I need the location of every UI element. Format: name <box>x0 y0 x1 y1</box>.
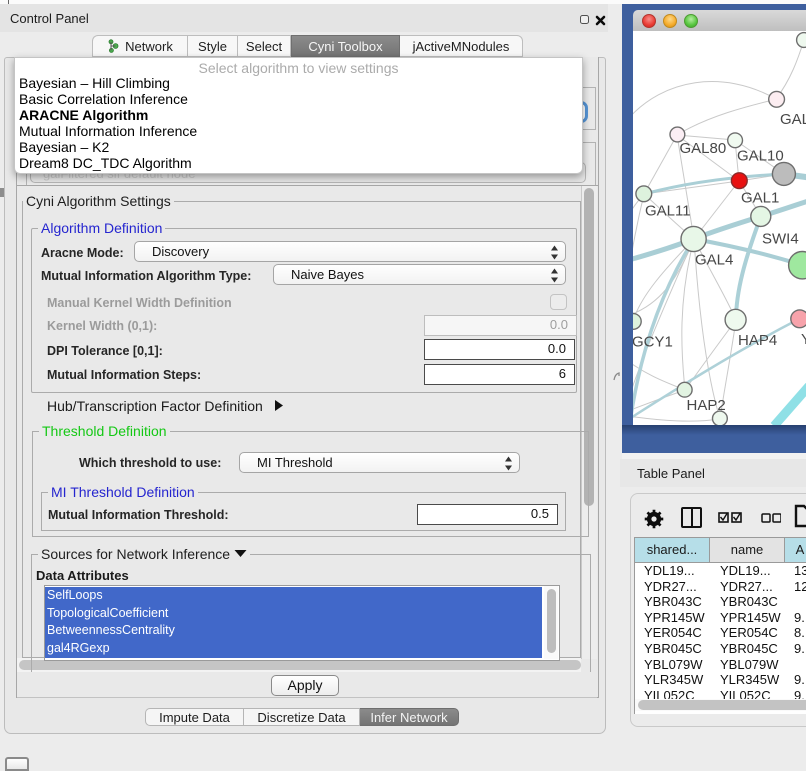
svg-text:GCY1: GCY1 <box>633 334 673 351</box>
svg-text:Y: Y <box>801 331 806 348</box>
svg-text:GAL11: GAL11 <box>645 203 691 220</box>
svg-text:GAL1: GAL1 <box>741 190 779 207</box>
svg-text:GAL10: GAL10 <box>737 148 784 165</box>
svg-text:HAP4: HAP4 <box>738 332 777 349</box>
svg-text:SWI4: SWI4 <box>762 231 799 248</box>
svg-text:GAL80: GAL80 <box>680 140 727 157</box>
svg-text:GAL4: GAL4 <box>695 252 733 269</box>
svg-text:GAL2: GAL2 <box>780 111 806 128</box>
svg-text:HAP2: HAP2 <box>687 397 726 414</box>
